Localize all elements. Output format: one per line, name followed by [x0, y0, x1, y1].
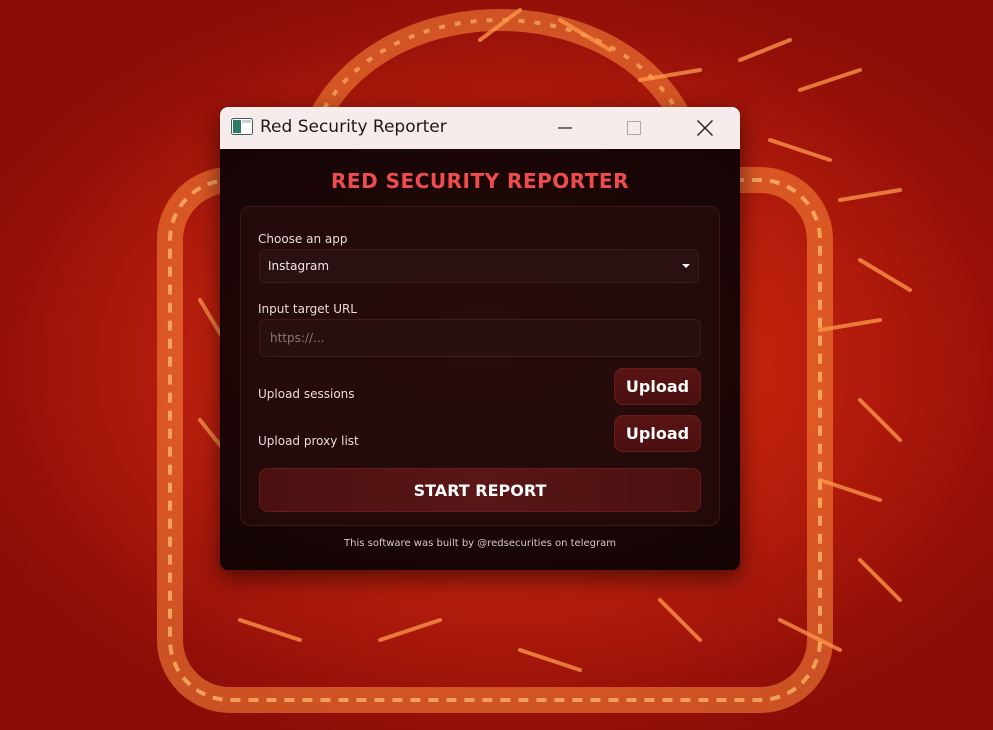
upload-proxy-button[interactable]: Upload — [614, 415, 701, 452]
upload-sessions-label: Upload sessions — [258, 387, 355, 401]
close-icon — [697, 120, 713, 136]
maximize-icon — [626, 120, 642, 136]
page-title: RED SECURITY REPORTER — [331, 169, 629, 193]
minimize-button[interactable] — [542, 107, 588, 149]
upload-proxy-label: Upload proxy list — [258, 434, 359, 448]
app-select-value: Instagram — [268, 259, 330, 273]
footer-credit: This software was built by @redsecuritie… — [344, 538, 616, 549]
window-content: RED SECURITY REPORTER Choose an app Inst… — [220, 149, 740, 570]
target-url-label: Input target URL — [258, 302, 357, 316]
window-title: Red Security Reporter — [260, 117, 447, 137]
choose-app-label: Choose an app — [258, 232, 348, 246]
title-bar[interactable]: Red Security Reporter — [220, 107, 740, 149]
app-window: Red Security Reporter RED SECURITY REPOR… — [220, 107, 740, 570]
minimize-icon — [558, 127, 572, 129]
start-report-button[interactable]: START REPORT — [259, 468, 701, 512]
maximize-button[interactable] — [611, 107, 657, 149]
target-url-input[interactable] — [259, 319, 701, 357]
app-select[interactable]: Instagram — [259, 249, 699, 283]
upload-sessions-button[interactable]: Upload — [614, 368, 701, 405]
close-button[interactable] — [682, 107, 728, 149]
app-window-icon — [231, 118, 253, 135]
chevron-down-icon — [678, 250, 694, 282]
